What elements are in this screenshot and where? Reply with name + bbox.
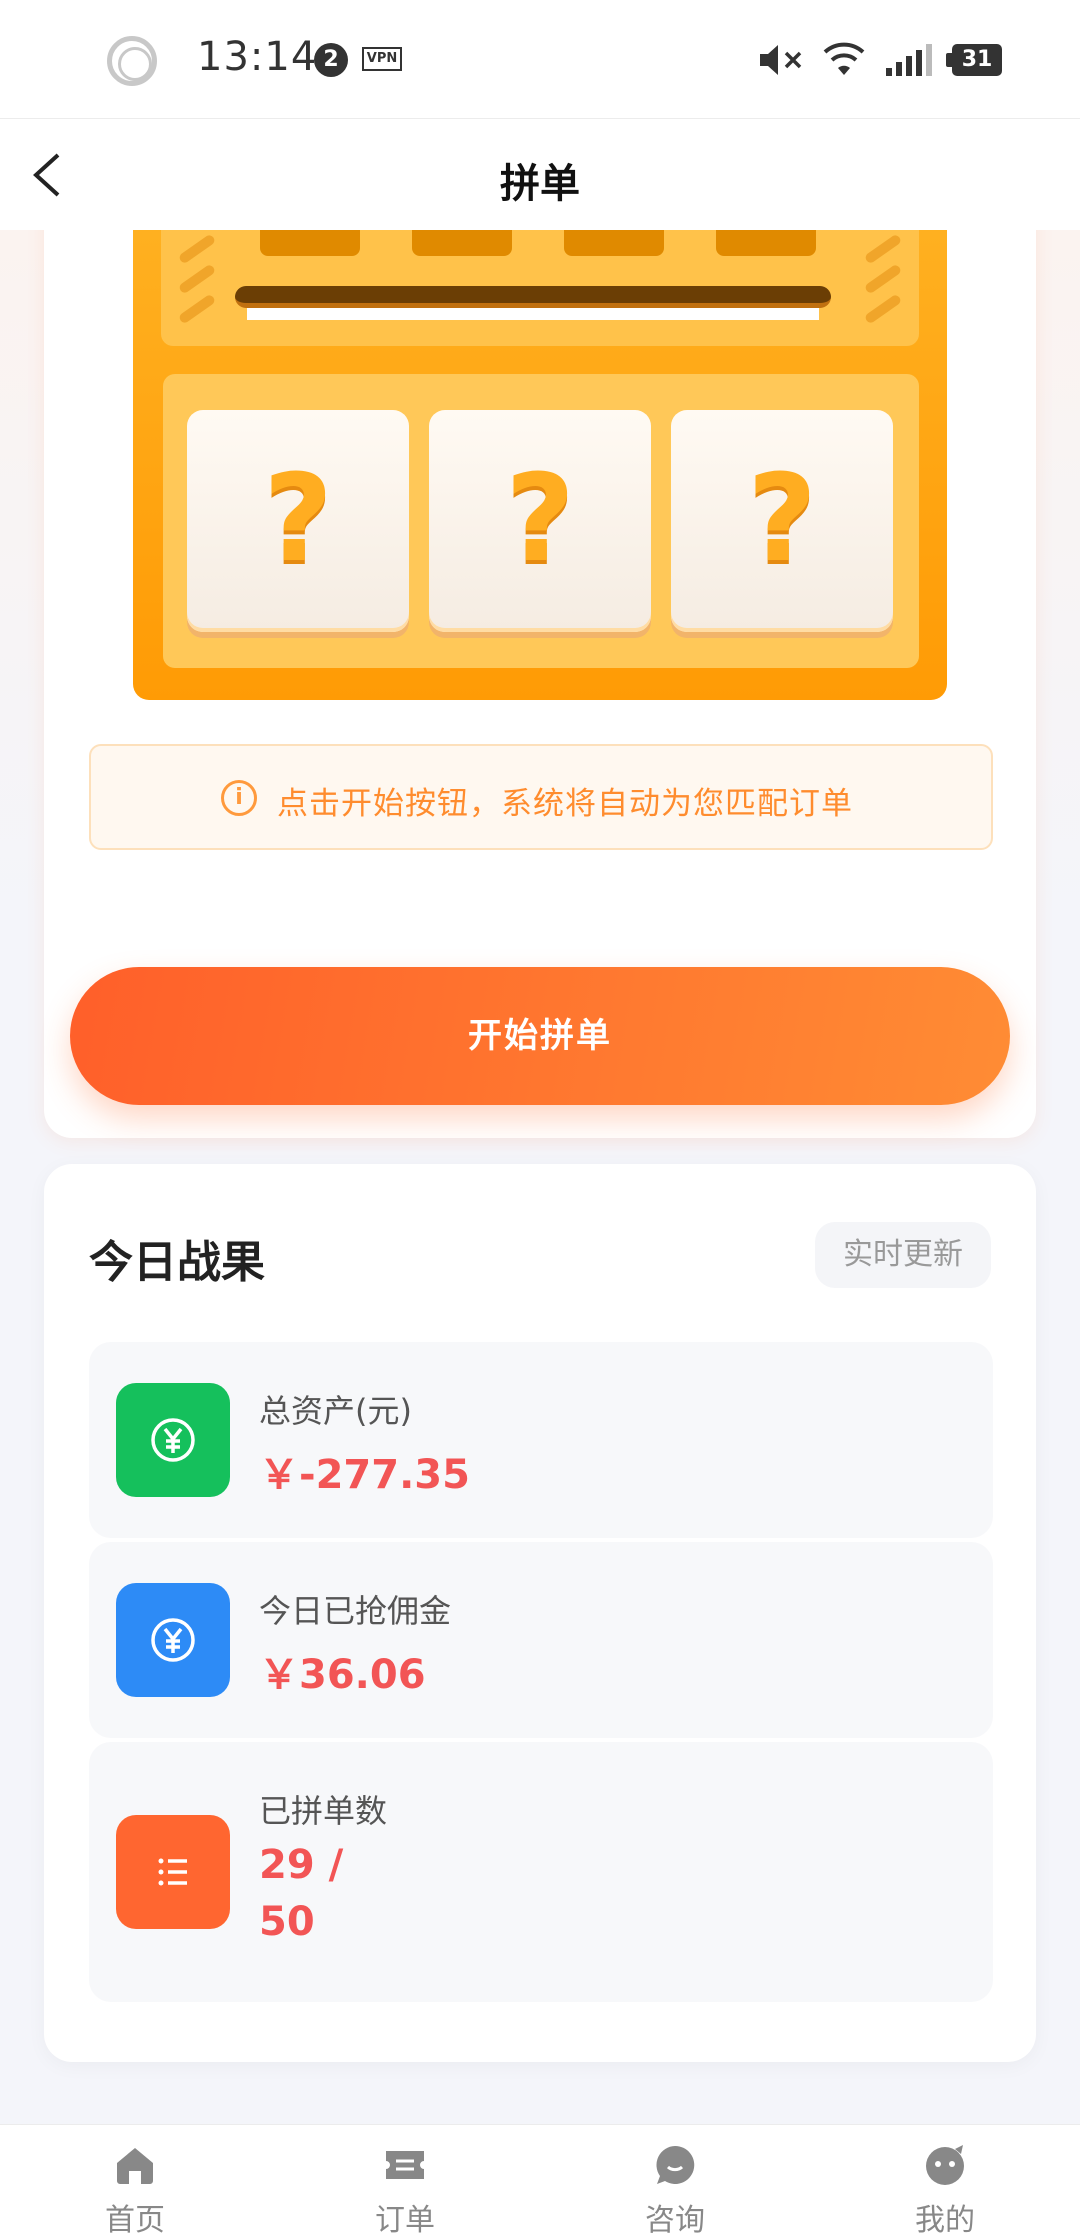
machine-slot — [260, 230, 360, 256]
vpn-icon: VPN — [362, 47, 402, 71]
signal-icon — [886, 44, 932, 76]
tip-banner: i 点击开始按钮，系统将自动为您匹配订单 — [89, 744, 993, 850]
status-time: 13:14 — [197, 34, 318, 80]
orders-count-row: 已拼单数 29 / 50 — [89, 1742, 993, 2002]
battery-icon: 31 — [946, 44, 1002, 76]
slot-tile: ? — [187, 410, 409, 632]
realtime-badge: 实时更新 — [815, 1222, 991, 1288]
notification-count-badge: 2 — [314, 43, 348, 77]
machine-stripe — [177, 293, 217, 325]
orders-count-value: 29 / — [259, 1842, 344, 1888]
info-icon: i — [221, 780, 257, 816]
list-icon — [116, 1815, 230, 1929]
machine-top — [161, 230, 919, 346]
tip-text: 点击开始按钮，系统将自动为您匹配订单 — [277, 786, 853, 822]
record-icon — [107, 36, 157, 86]
home-icon — [117, 2148, 153, 2184]
profile-icon — [926, 2145, 964, 2185]
commission-row: 今日已抢佣金 ￥36.06 — [89, 1542, 993, 1738]
total-assets-row: 总资产(元) ￥-277.35 — [89, 1342, 993, 1538]
machine-window: ? ? ? — [163, 374, 919, 668]
yuan-icon — [116, 1383, 230, 1497]
bottom-nav: 首页 订单 咨询 我的 — [0, 2124, 1080, 2240]
machine-stripe — [177, 233, 217, 265]
results-title: 今日战果 — [89, 1237, 265, 1288]
slot-tile: ? — [671, 410, 893, 632]
nav-item-consult[interactable]: 咨询 — [595, 2125, 755, 2240]
total-assets-label: 总资产(元) — [259, 1392, 412, 1430]
machine-stripe — [863, 263, 903, 295]
page-title: 拼单 — [500, 161, 580, 207]
status-bar: 13:14 2 VPN 31 — [0, 0, 1080, 118]
page-content[interactable]: ? ? ? i 点击开始按钮，系统将自动为您匹配订单 开始拼单 今日战果 实时更… — [0, 230, 1080, 2124]
today-results-card: 今日战果 实时更新 总资产(元) ￥-277.35 今日已抢佣金 ￥36.06 … — [44, 1164, 1036, 2062]
machine-slot — [412, 230, 512, 256]
start-matching-button[interactable]: 开始拼单 — [70, 967, 1010, 1105]
machine-stripe — [863, 233, 903, 265]
machine-slot — [564, 230, 664, 256]
nav-label: 我的 — [915, 2203, 975, 2238]
orders-total-value: 50 — [259, 1899, 315, 1945]
nav-item-mine[interactable]: 我的 — [865, 2125, 1025, 2240]
question-mark-icon: ? — [747, 450, 817, 589]
machine-bar — [235, 286, 831, 308]
slot-tile: ? — [429, 410, 651, 632]
slot-machine-illustration: ? ? ? — [133, 230, 947, 700]
ticket-icon — [386, 2151, 424, 2179]
nav-header: 拼单 — [0, 118, 1080, 230]
machine-stripe — [177, 263, 217, 295]
yuan-icon — [116, 1583, 230, 1697]
orders-count-label: 已拼单数 — [259, 1792, 388, 1830]
machine-slot — [716, 230, 816, 256]
nav-label: 咨询 — [645, 2203, 705, 2238]
machine-teeth — [247, 308, 819, 320]
nav-label: 订单 — [375, 2203, 435, 2238]
total-assets-value: ￥-277.35 — [259, 1452, 470, 1498]
nav-label: 首页 — [105, 2203, 165, 2238]
machine-stripe — [863, 293, 903, 325]
question-mark-icon: ? — [263, 450, 333, 589]
commission-label: 今日已抢佣金 — [259, 1592, 452, 1630]
commission-value: ￥36.06 — [259, 1652, 426, 1698]
nav-item-orders[interactable]: 订单 — [325, 2125, 485, 2240]
mute-icon — [760, 45, 802, 75]
wifi-icon — [823, 42, 865, 75]
nav-item-home[interactable]: 首页 — [55, 2125, 215, 2240]
chat-icon — [656, 2145, 695, 2184]
question-mark-icon: ? — [505, 450, 575, 589]
